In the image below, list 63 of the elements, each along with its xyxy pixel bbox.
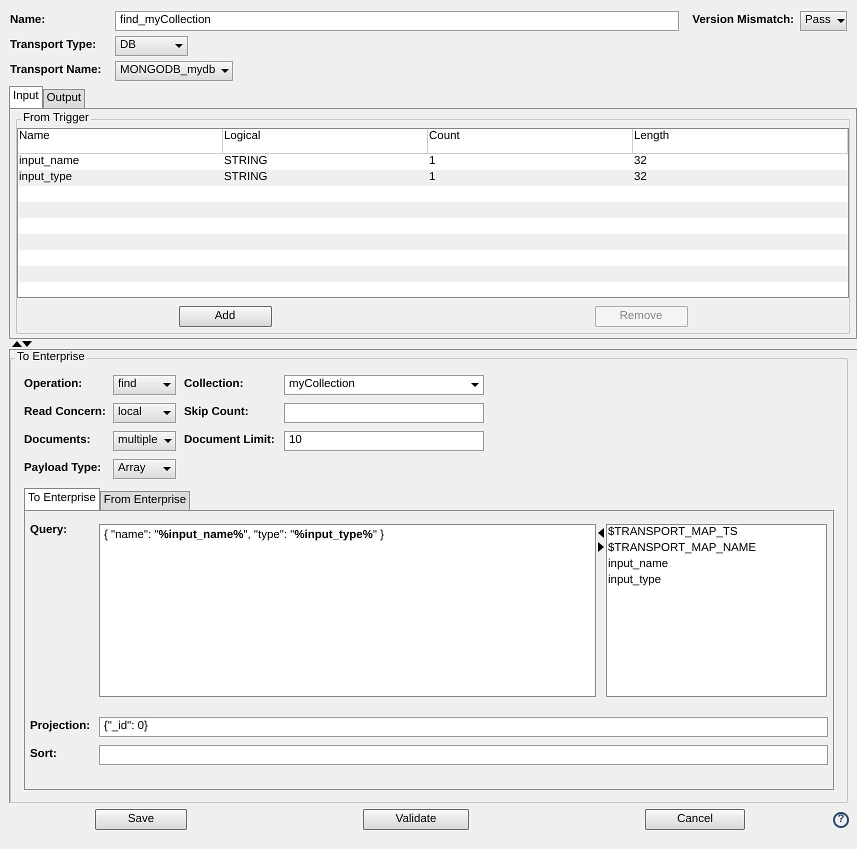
tab[interactable]: Input [9,86,43,108]
dropdown[interactable]: Array [113,459,176,479]
dropdown[interactable]: multiple [113,431,176,451]
table-cell-text: STRING [223,170,268,185]
combo-box[interactable]: myCollection [284,375,484,395]
caret-icon [163,467,171,471]
list-item[interactable]: input_type [608,573,825,589]
table-cell-text: input_type [18,170,74,185]
column-header[interactable]: Logical [223,129,428,153]
dropdown[interactable]: local [113,403,176,423]
caret-icon [471,383,479,387]
button[interactable]: Validate [363,809,469,830]
table-cell-text: STRING [223,154,268,169]
field-label: Payload Type: [24,462,102,476]
section-title: To Enterprise [15,351,87,365]
tab[interactable]: Output [42,89,86,108]
field-label: Read Concern: [24,406,107,420]
caret-icon [163,383,171,387]
caret-icon [164,439,172,443]
caret-icon [163,411,171,415]
field-label: Version Mismatch: [692,14,794,28]
dropdown[interactable]: MONGODB_mydb [115,61,233,81]
field-label: Collection: [184,378,244,392]
table-cell-text: 32 [633,154,648,169]
table-cell-text: 1 [428,170,436,185]
caret-icon [836,19,845,23]
dropdown[interactable]: find [113,375,176,395]
field-label: Query: [30,524,68,538]
field-label: Skip Count: [184,406,250,420]
help-icon[interactable]: ? [833,812,849,828]
field-label: Projection: [30,720,92,734]
text-field[interactable] [98,745,828,765]
section-title: From Trigger [21,112,91,126]
table-cell-text: 1 [428,154,436,169]
list-item[interactable]: input_name [608,557,825,573]
field-label: Transport Name: [10,64,102,78]
column-header[interactable]: Length [633,129,848,153]
text-field[interactable]: 10 [284,431,484,451]
button[interactable]: Save [95,809,187,830]
text-field[interactable]: find_myCollection [115,11,679,31]
dropdown[interactable]: DB [115,36,188,56]
button[interactable]: Add [178,306,272,327]
caret-icon [175,44,183,48]
field-label: Documents: [24,434,92,448]
text-field[interactable] [284,403,484,423]
field-label: Transport Type: [10,39,98,53]
field-label: Name: [10,14,46,28]
list-item[interactable]: $TRANSPORT_MAP_NAME [608,541,825,557]
button[interactable]: Cancel [645,809,745,830]
query-editor[interactable]: { "name": "%input_name%", "type": "%input_type%" } [99,524,596,697]
column-header[interactable]: Name [18,129,223,153]
table-cell-text: 32 [633,170,648,185]
field-label: Sort: [30,748,58,762]
table-cell-text: input_name [18,154,80,169]
text-field[interactable]: {"_id": 0} [98,717,828,737]
dropdown[interactable]: Pass [800,11,847,31]
caret-icon [221,69,230,73]
field-label: Document Limit: [184,434,276,448]
tab[interactable]: To Enterprise [24,488,100,510]
list-item[interactable]: $TRANSPORT_MAP_TS [608,525,825,541]
field-label: Operation: [24,378,84,392]
column-header[interactable]: Count [428,129,633,153]
tab[interactable]: From Enterprise [100,491,190,510]
